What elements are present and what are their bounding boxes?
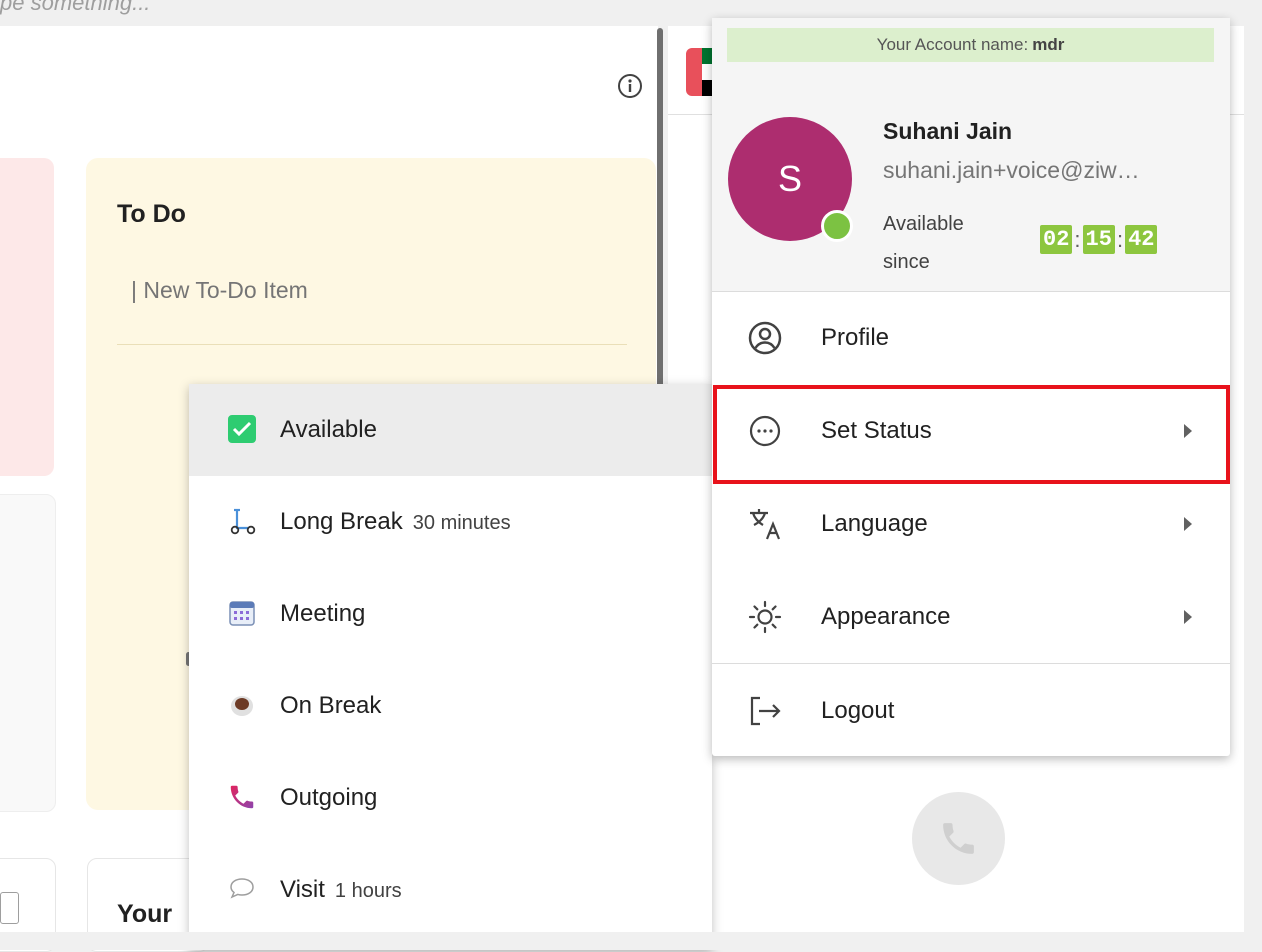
user-circle-icon — [748, 321, 782, 355]
status-option-available[interactable]: Available — [189, 384, 712, 476]
new-todo-input[interactable]: | New To-Do Item — [131, 277, 308, 304]
bottom-strip — [0, 932, 1262, 950]
menu-label: Language — [821, 510, 928, 537]
menu-label: Profile — [821, 324, 890, 351]
sun-icon — [748, 600, 782, 634]
status-label: Long Break 30 minutes — [280, 508, 511, 535]
calendar-icon — [229, 601, 255, 626]
status-indicator — [821, 210, 853, 242]
highlight-box — [713, 385, 1230, 484]
chevron-right-icon — [1184, 517, 1192, 531]
user-email: suhani.jain+voice@ziw… — [883, 157, 1140, 183]
scooter-icon — [230, 508, 256, 535]
translate-icon — [750, 509, 781, 540]
divider — [117, 344, 627, 345]
timer-seconds: 42 — [1125, 225, 1158, 254]
account-name-value: mdr — [1032, 35, 1065, 54]
phone-icon — [943, 823, 974, 854]
todo-title: To Do — [117, 200, 186, 228]
availability-label: Available since — [883, 213, 964, 273]
user-name: Suhani Jain — [883, 118, 1013, 144]
menu-item-logout[interactable]: Logout — [712, 665, 1230, 757]
menu-item-appearance[interactable]: Appearance — [712, 571, 1230, 663]
speech-bubble-icon — [230, 878, 254, 899]
account-name-bar: Your Account name: mdr — [727, 28, 1214, 62]
chevron-right-icon — [1184, 610, 1192, 624]
flag-icon[interactable] — [686, 48, 702, 96]
phone-icon — [230, 785, 254, 809]
divider — [712, 663, 1230, 664]
card-title: Your — [117, 900, 173, 928]
small-input[interactable] — [0, 892, 19, 924]
logout-icon — [750, 696, 781, 726]
status-option-meeting[interactable]: Meeting — [189, 568, 712, 660]
menu-item-language[interactable]: Language — [712, 478, 1230, 570]
info-icon[interactable] — [616, 72, 644, 100]
status-label: Visit 1 hours — [280, 876, 402, 903]
status-label: Meeting — [280, 600, 366, 627]
status-label: Outgoing — [280, 784, 378, 811]
status-duration: 30 minutes — [412, 512, 511, 534]
widget-card — [0, 158, 54, 476]
menu-label: Logout — [821, 697, 895, 724]
widget-card — [0, 494, 56, 812]
checkbox-checked-icon — [228, 415, 256, 443]
timer-minutes: 15 — [1082, 225, 1115, 254]
availability-timer: 02:15:42 — [1040, 225, 1158, 254]
status-option-visit[interactable]: Visit 1 hours — [189, 844, 712, 932]
timer-hours: 02 — [1040, 225, 1073, 254]
status-option-on-break[interactable]: On Break — [189, 660, 712, 752]
status-duration: 1 hours — [334, 880, 402, 902]
search-placeholder: pe something... — [0, 0, 151, 15]
menu-item-profile[interactable]: Profile — [712, 292, 1230, 384]
status-label: Available — [280, 416, 377, 443]
status-option-outgoing[interactable]: Outgoing — [189, 752, 712, 844]
status-label: On Break — [280, 692, 382, 719]
menu-label: Appearance — [821, 603, 951, 630]
coffee-cup-icon — [231, 696, 253, 716]
status-option-long-break[interactable]: Long Break 30 minutes — [189, 476, 712, 568]
account-name-label: Your Account name: — [876, 35, 1029, 54]
